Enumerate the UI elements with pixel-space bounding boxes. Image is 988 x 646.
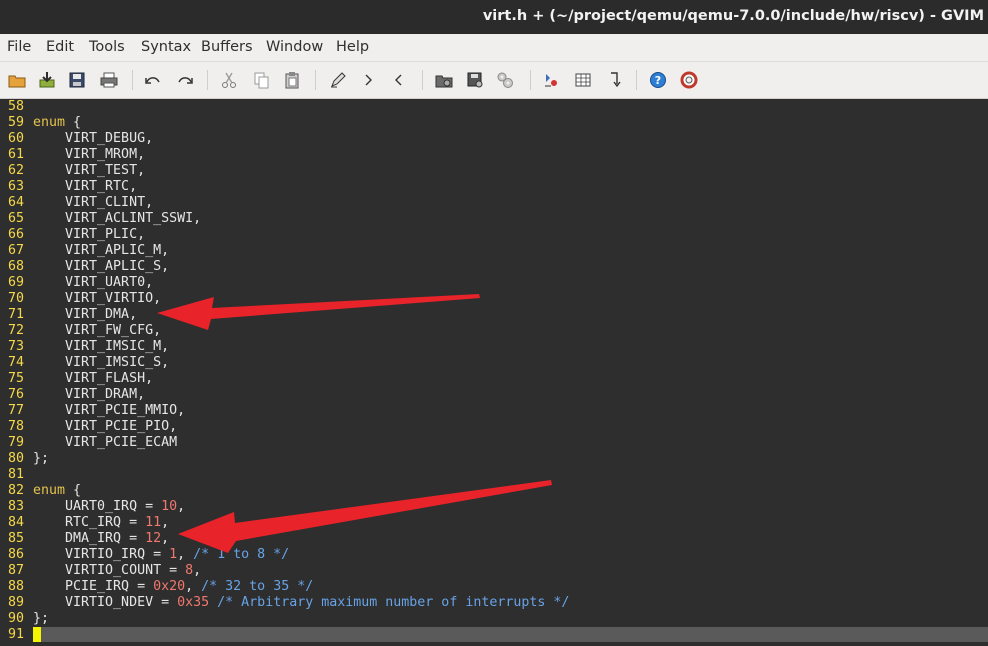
- annotation-arrows: [157, 294, 552, 553]
- arrow-dma-irq: [178, 480, 552, 553]
- arrow-virt-dma: [157, 294, 480, 330]
